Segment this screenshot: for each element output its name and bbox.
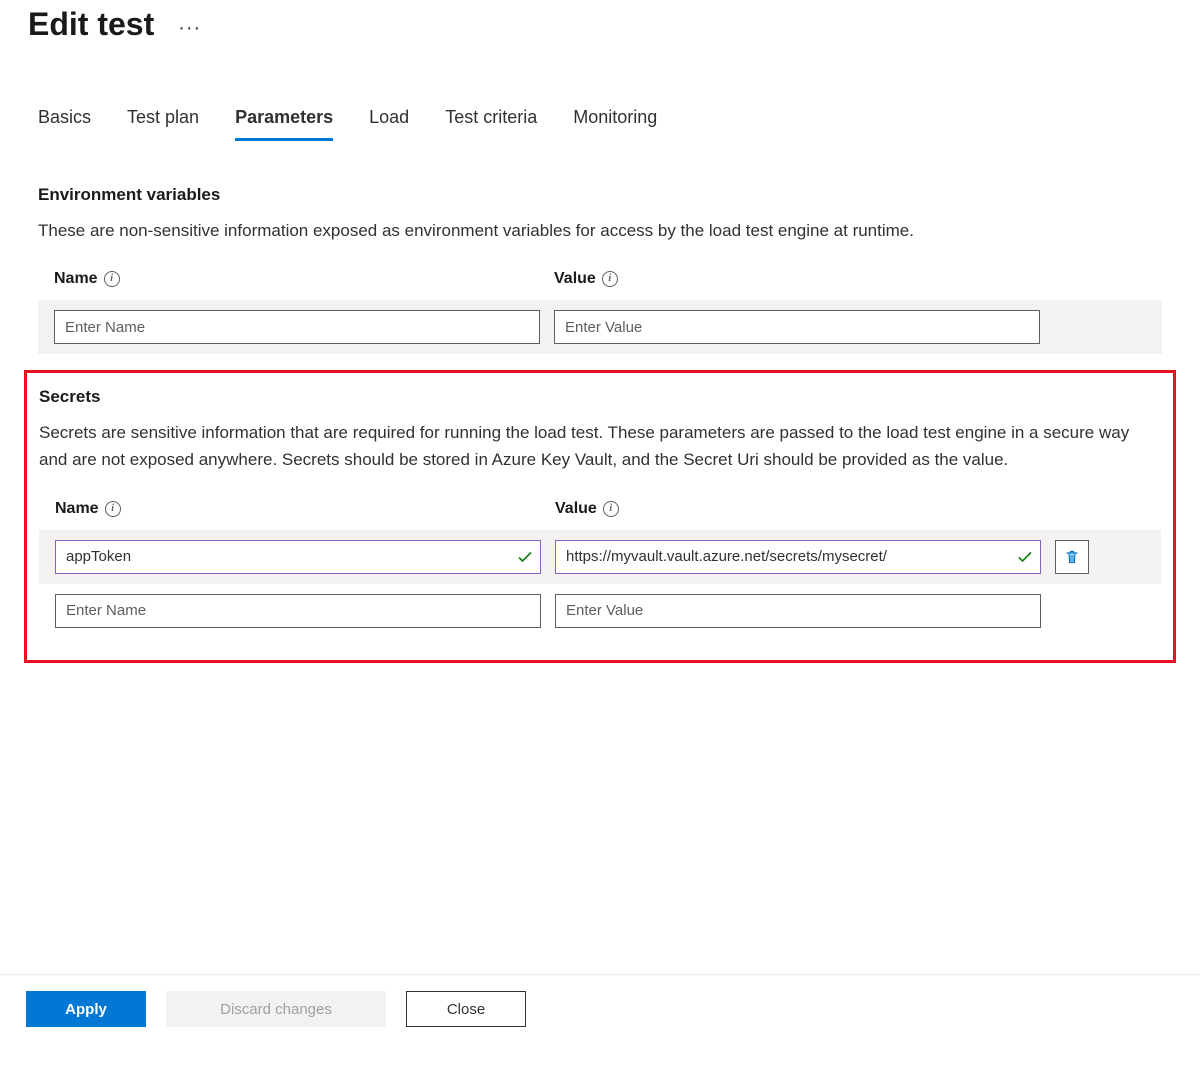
- apply-button[interactable]: Apply: [26, 991, 146, 1027]
- trash-icon: [1064, 549, 1080, 565]
- tabs: Basics Test plan Parameters Load Test cr…: [38, 107, 1162, 141]
- env-value-header-label: Value: [554, 270, 596, 288]
- tab-monitoring[interactable]: Monitoring: [573, 107, 657, 141]
- tab-test-criteria[interactable]: Test criteria: [445, 107, 537, 141]
- footer-separator: [0, 974, 1200, 975]
- secret-value-input[interactable]: [555, 540, 1041, 574]
- more-icon[interactable]: ···: [178, 12, 201, 38]
- tab-test-plan[interactable]: Test plan: [127, 107, 199, 141]
- env-value-header: Value i: [554, 270, 1054, 288]
- secret-row-empty: [39, 584, 1161, 638]
- info-icon[interactable]: i: [603, 501, 619, 517]
- discard-changes-button[interactable]: Discard changes: [166, 991, 386, 1027]
- tab-basics[interactable]: Basics: [38, 107, 91, 141]
- env-name-header-label: Name: [54, 270, 98, 288]
- secret-name-input[interactable]: [55, 540, 541, 574]
- secret-name-header-label: Name: [55, 500, 99, 518]
- secrets-title: Secrets: [39, 387, 1161, 407]
- env-name-header: Name i: [54, 270, 554, 288]
- page-title: Edit test: [28, 6, 154, 43]
- secret-value-header: Value i: [555, 500, 1055, 518]
- env-vars-description: These are non-sensitive information expo…: [38, 217, 1138, 244]
- delete-secret-button[interactable]: [1055, 540, 1089, 574]
- info-icon[interactable]: i: [105, 501, 121, 517]
- tab-parameters[interactable]: Parameters: [235, 107, 333, 141]
- secret-name-input[interactable]: [55, 594, 541, 628]
- secret-value-header-label: Value: [555, 500, 597, 518]
- env-name-input[interactable]: [54, 310, 540, 344]
- secret-row: [39, 530, 1161, 584]
- env-value-input[interactable]: [554, 310, 1040, 344]
- tab-load[interactable]: Load: [369, 107, 409, 141]
- secret-value-input[interactable]: [555, 594, 1041, 628]
- close-button[interactable]: Close: [406, 991, 526, 1027]
- env-var-row: [38, 300, 1162, 354]
- footer: Apply Discard changes Close: [26, 991, 526, 1027]
- secrets-description: Secrets are sensitive information that a…: [39, 419, 1139, 473]
- info-icon[interactable]: i: [104, 271, 120, 287]
- secrets-highlight: Secrets Secrets are sensitive informatio…: [24, 370, 1176, 662]
- info-icon[interactable]: i: [602, 271, 618, 287]
- secret-name-header: Name i: [55, 500, 555, 518]
- env-vars-title: Environment variables: [38, 185, 1162, 205]
